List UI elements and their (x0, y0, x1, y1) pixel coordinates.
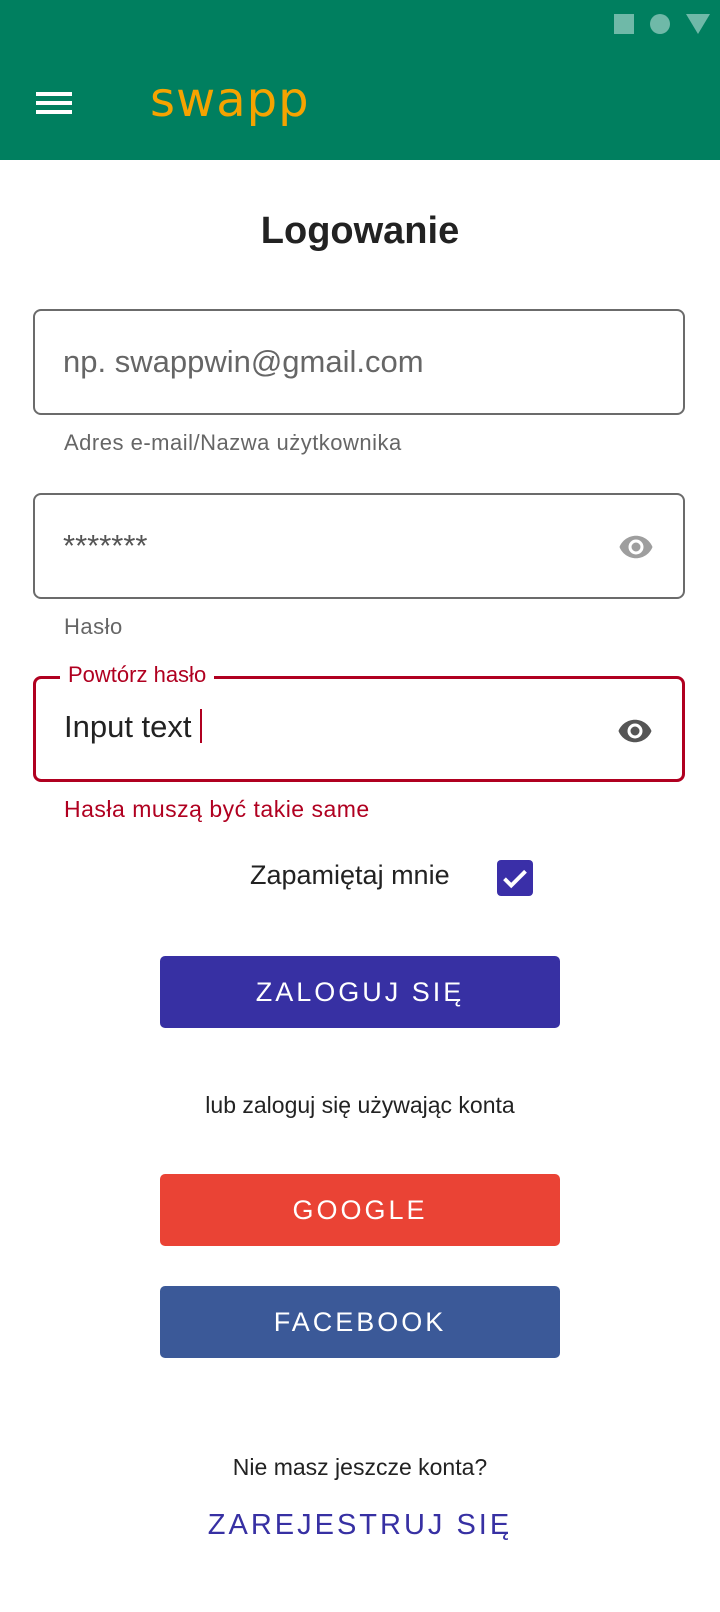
repeat-password-label: Powtórz hasło (60, 662, 215, 688)
checkmark-icon (503, 869, 527, 889)
eye-icon[interactable] (613, 529, 659, 565)
eye-icon[interactable] (612, 713, 658, 749)
password-mismatch-error: Hasła muszą być takie same (64, 796, 370, 822)
password-helper-text: Hasło (64, 614, 123, 639)
app-bar: swapp (0, 0, 720, 160)
facebook-login-button[interactable]: FACEBOOK (160, 1286, 560, 1358)
system-status-icons (614, 14, 710, 34)
repeat-password-field[interactable]: Powtórz hasło Input text (33, 662, 685, 782)
page-title: Logowanie (260, 210, 460, 252)
triangle-icon (686, 14, 710, 34)
register-link[interactable]: ZAREJESTRUJ SIĘ (0, 1509, 720, 1542)
password-input[interactable] (63, 495, 583, 597)
repeat-password-input[interactable]: Input text (64, 709, 202, 745)
email-field[interactable] (33, 309, 685, 415)
text-caret (199, 709, 202, 743)
circle-icon (650, 14, 670, 34)
login-button[interactable]: ZALOGUJ SIĘ (160, 956, 560, 1028)
email-input[interactable] (63, 311, 583, 413)
email-helper-text: Adres e-mail/Nazwa użytkownika (64, 430, 402, 455)
remember-me-checkbox[interactable] (497, 860, 533, 896)
google-login-button[interactable]: GOOGLE (160, 1174, 560, 1246)
or-login-with-text: lub zaloguj się używając konta (205, 1092, 515, 1118)
hamburger-menu-icon[interactable] (34, 88, 76, 118)
password-field[interactable] (33, 493, 685, 599)
app-logo: swapp (150, 72, 310, 128)
remember-me-label: Zapamiętaj mnie (250, 860, 450, 890)
square-icon (614, 14, 634, 34)
no-account-text: Nie masz jeszcze konta? (232, 1454, 488, 1480)
